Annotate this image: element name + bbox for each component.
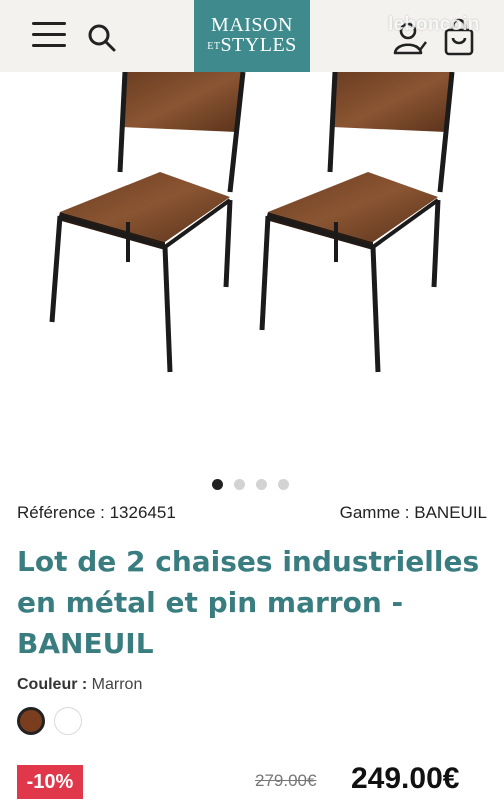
color-swatch-blanc[interactable] — [54, 707, 82, 735]
carousel-dot-4[interactable] — [278, 479, 289, 490]
carousel-dots — [212, 479, 289, 491]
carousel-dot-2[interactable] — [234, 479, 245, 490]
watermark: leboncoin — [388, 14, 480, 35]
chair-right — [259, 71, 455, 373]
logo-line-2: ETSTYLES — [207, 34, 297, 56]
range-label: Gamme : BANEUIL — [339, 503, 487, 522]
product-image[interactable] — [0, 71, 504, 462]
chair-left — [49, 71, 246, 373]
carousel-dot-1[interactable] — [212, 479, 223, 490]
color-value: Marron — [91, 676, 143, 693]
hamburger-menu-icon[interactable] — [32, 22, 66, 50]
color-row: Couleur : Marron — [17, 676, 142, 694]
current-price: 249.00€ — [351, 762, 460, 795]
color-swatch-marron[interactable] — [17, 707, 45, 735]
carousel-dot-3[interactable] — [256, 479, 267, 490]
old-price: 279.00€ — [255, 771, 317, 790]
reference-row: Référence : 1326451 Gamme : BANEUIL — [17, 503, 487, 525]
color-label: Couleur : — [17, 676, 88, 693]
site-header: MAISON ETSTYLES leboncoin — [0, 0, 504, 72]
brand-logo[interactable]: MAISON ETSTYLES — [194, 0, 310, 72]
reference-label: Référence : 1326451 — [17, 503, 176, 522]
search-icon[interactable] — [86, 22, 118, 54]
discount-badge: -10% — [17, 765, 83, 799]
product-title: Lot de 2 chaises industrielles en métal … — [17, 545, 480, 660]
